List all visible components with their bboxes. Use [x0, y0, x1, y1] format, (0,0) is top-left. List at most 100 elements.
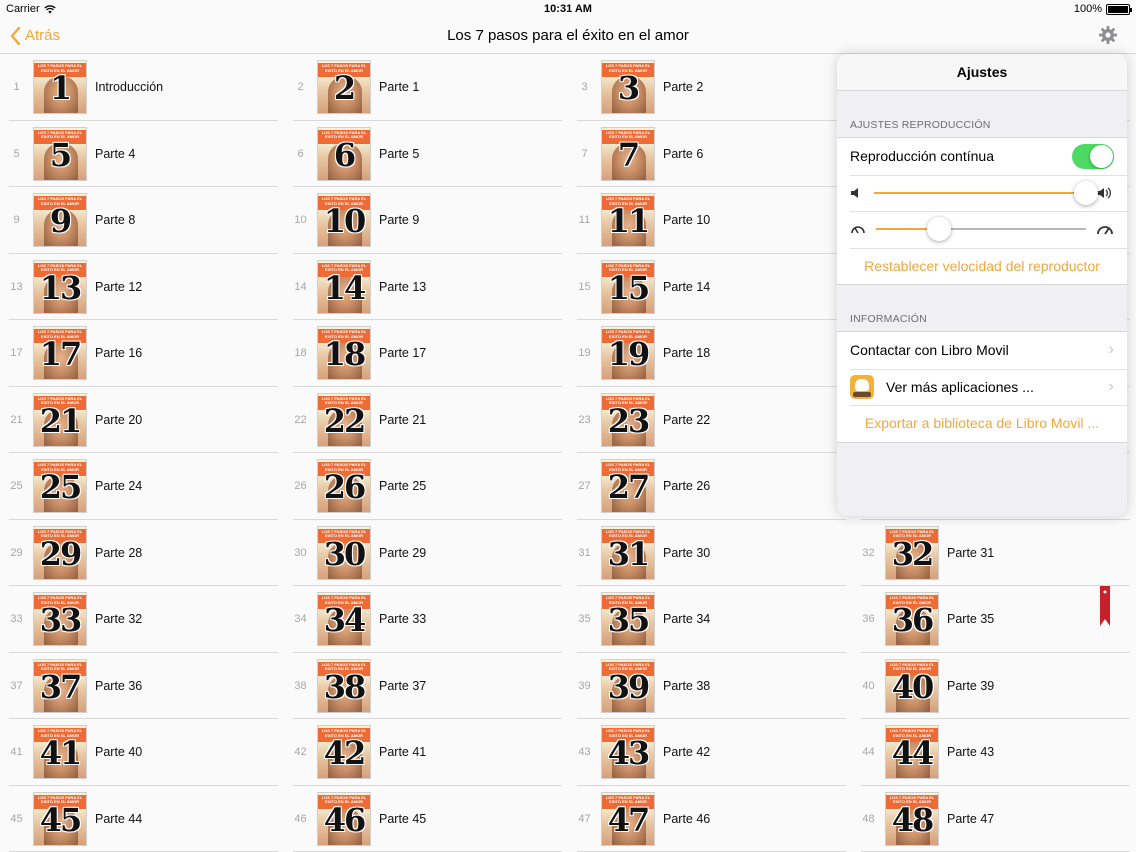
- bookmark-icon[interactable]: [1100, 586, 1110, 626]
- chapter-cell[interactable]: 47 LOS 7 PASOS PARA EL EXITO EN EL AMOR 47…: [568, 786, 852, 852]
- chapter-thumbnail: LOS 7 PASOS PARA EL EXITO EN EL AMOR 46: [317, 791, 371, 846]
- chapter-cell[interactable]: 15 LOS 7 PASOS PARA EL EXITO EN EL AMOR 15…: [568, 254, 852, 321]
- chapter-label: Parte 33: [379, 612, 427, 627]
- chapter-cell[interactable]: 9 LOS 7 PASOS PARA EL EXITO EN EL AMOR 9 Pa…: [0, 187, 284, 254]
- chapter-cell[interactable]: 19 LOS 7 PASOS PARA EL EXITO EN EL AMOR 19…: [568, 320, 852, 387]
- chapter-thumbnail: LOS 7 PASOS PARA EL EXITO EN EL AMOR 34: [317, 592, 371, 647]
- clock: 10:31 AM: [544, 3, 592, 15]
- chapter-cell[interactable]: 26 LOS 7 PASOS PARA EL EXITO EN EL AMOR 26…: [284, 453, 568, 520]
- wifi-icon: [43, 4, 56, 13]
- chapter-cell[interactable]: 44 LOS 7 PASOS PARA EL EXITO EN EL AMOR 44…: [852, 719, 1136, 786]
- chapter-cell[interactable]: 25 LOS 7 PASOS PARA EL EXITO EN EL AMOR 25…: [0, 453, 284, 520]
- chapter-index: 25: [10, 480, 23, 493]
- chapter-label: Parte 9: [379, 213, 420, 228]
- chapter-index: 15: [578, 280, 591, 293]
- chapter-cell[interactable]: 17 LOS 7 PASOS PARA EL EXITO EN EL AMOR 17…: [0, 320, 284, 387]
- chapter-index: 6: [297, 147, 304, 160]
- volume-high-icon: [1097, 187, 1111, 199]
- chapter-index: 26: [294, 480, 307, 493]
- chapter-cell[interactable]: 23 LOS 7 PASOS PARA EL EXITO EN EL AMOR 23…: [568, 387, 852, 454]
- chapter-cell[interactable]: 39 LOS 7 PASOS PARA EL EXITO EN EL AMOR 39…: [568, 653, 852, 720]
- chapter-thumbnail: LOS 7 PASOS PARA EL EXITO EN EL AMOR 25: [33, 459, 87, 514]
- chapter-label: Parte 32: [95, 612, 143, 627]
- chapter-cell[interactable]: 43 LOS 7 PASOS PARA EL EXITO EN EL AMOR 43…: [568, 719, 852, 786]
- chapter-index: 10: [294, 214, 307, 227]
- chapter-cell[interactable]: 46 LOS 7 PASOS PARA EL EXITO EN EL AMOR 46…: [284, 786, 568, 852]
- chapter-cell[interactable]: 11 LOS 7 PASOS PARA EL EXITO EN EL AMOR 11…: [568, 187, 852, 254]
- chapter-index: 9: [13, 214, 20, 227]
- chapter-label: Parte 10: [663, 213, 711, 228]
- carrier-label: Carrier: [6, 3, 40, 15]
- chapter-cell[interactable]: 32 LOS 7 PASOS PARA EL EXITO EN EL AMOR 32…: [852, 520, 1136, 587]
- gear-icon[interactable]: [1098, 25, 1118, 45]
- chapter-cell[interactable]: 2 LOS 7 PASOS PARA EL EXITO EN EL AMOR 2 Pa…: [284, 54, 568, 121]
- contact-row[interactable]: Contactar con Libro Movil ›: [837, 332, 1127, 369]
- speed-slider[interactable]: [876, 217, 1086, 242]
- chapter-cell[interactable]: 33 LOS 7 PASOS PARA EL EXITO EN EL AMOR 33…: [0, 586, 284, 653]
- continuous-playback-toggle[interactable]: [1072, 143, 1114, 169]
- chapter-cell[interactable]: 22 LOS 7 PASOS PARA EL EXITO EN EL AMOR 22…: [284, 387, 568, 454]
- volume-slider[interactable]: [874, 180, 1098, 205]
- chapter-thumbnail: LOS 7 PASOS PARA EL EXITO EN EL AMOR 10: [317, 193, 371, 248]
- chapter-cell[interactable]: 35 LOS 7 PASOS PARA EL EXITO EN EL AMOR 35…: [568, 586, 852, 653]
- chapter-cell[interactable]: 6 LOS 7 PASOS PARA EL EXITO EN EL AMOR 6 Pa…: [284, 121, 568, 188]
- chapter-cell[interactable]: 34 LOS 7 PASOS PARA EL EXITO EN EL AMOR 34…: [284, 586, 568, 653]
- chapter-index: 40: [862, 679, 875, 692]
- chapter-cell[interactable]: 37 LOS 7 PASOS PARA EL EXITO EN EL AMOR 37…: [0, 653, 284, 720]
- chapter-label: Parte 18: [663, 346, 711, 361]
- chapter-cell[interactable]: 18 LOS 7 PASOS PARA EL EXITO EN EL AMOR 18…: [284, 320, 568, 387]
- chapter-label: Parte 8: [95, 213, 136, 228]
- thumb-number: 17: [39, 335, 83, 374]
- volume-knob[interactable]: [1074, 180, 1098, 205]
- more-apps-row[interactable]: Ver más aplicaciones ... ›: [837, 368, 1127, 406]
- chapter-index: 3: [581, 81, 588, 94]
- speed-knob[interactable]: [927, 217, 951, 242]
- status-left: Carrier: [6, 3, 56, 15]
- chapter-index: 19: [578, 347, 591, 360]
- chapter-thumbnail: LOS 7 PASOS PARA EL EXITO EN EL AMOR 48: [885, 791, 939, 846]
- thumb-number: 22: [323, 401, 367, 440]
- thumb-number: 44: [891, 734, 935, 773]
- chapter-thumbnail: LOS 7 PASOS PARA EL EXITO EN EL AMOR 13: [33, 259, 87, 314]
- chapter-cell[interactable]: 40 LOS 7 PASOS PARA EL EXITO EN EL AMOR 40…: [852, 653, 1136, 720]
- chapter-cell[interactable]: 27 LOS 7 PASOS PARA EL EXITO EN EL AMOR 27…: [568, 453, 852, 520]
- chapter-cell[interactable]: 1 LOS 7 PASOS PARA EL EXITO EN EL AMOR 1 In…: [0, 54, 284, 121]
- thumb-number: 40: [891, 667, 935, 706]
- chapter-thumbnail: LOS 7 PASOS PARA EL EXITO EN EL AMOR 19: [601, 326, 655, 381]
- thumb-number: 2: [333, 69, 356, 108]
- chapter-cell[interactable]: 38 LOS 7 PASOS PARA EL EXITO EN EL AMOR 38…: [284, 653, 568, 720]
- continuous-playback-row: Reproducción contínua: [837, 138, 1127, 175]
- chapter-index: 39: [578, 679, 591, 692]
- speed-slow-icon: [851, 226, 865, 234]
- chapter-cell[interactable]: 7 LOS 7 PASOS PARA EL EXITO EN EL AMOR 7 Pa…: [568, 121, 852, 188]
- chapter-cell[interactable]: 29 LOS 7 PASOS PARA EL EXITO EN EL AMOR 29…: [0, 520, 284, 587]
- chapter-cell[interactable]: 14 LOS 7 PASOS PARA EL EXITO EN EL AMOR 14…: [284, 254, 568, 321]
- chapter-cell[interactable]: 48 LOS 7 PASOS PARA EL EXITO EN EL AMOR 48…: [852, 786, 1136, 852]
- chapter-cell[interactable]: 10 LOS 7 PASOS PARA EL EXITO EN EL AMOR 10…: [284, 187, 568, 254]
- chapter-cell[interactable]: 21 LOS 7 PASOS PARA EL EXITO EN EL AMOR 21…: [0, 387, 284, 454]
- reset-speed-button[interactable]: Restablecer velocidad del reproductor: [837, 247, 1127, 285]
- chapter-cell[interactable]: 45 LOS 7 PASOS PARA EL EXITO EN EL AMOR 45…: [0, 786, 284, 852]
- chapter-cell[interactable]: 42 LOS 7 PASOS PARA EL EXITO EN EL AMOR 42…: [284, 719, 568, 786]
- export-button[interactable]: Exportar a biblioteca de Libro Movil ...: [837, 405, 1127, 442]
- chevron-left-icon: [10, 26, 21, 45]
- chapter-label: Parte 25: [379, 479, 427, 494]
- chapter-cell[interactable]: 13 LOS 7 PASOS PARA EL EXITO EN EL AMOR 13…: [0, 254, 284, 321]
- chapter-thumbnail: LOS 7 PASOS PARA EL EXITO EN EL AMOR 6: [317, 126, 371, 181]
- chapter-cell[interactable]: 3 LOS 7 PASOS PARA EL EXITO EN EL AMOR 3 Pa…: [568, 54, 852, 121]
- chapter-cell[interactable]: 41 LOS 7 PASOS PARA EL EXITO EN EL AMOR 41…: [0, 719, 284, 786]
- chapter-cell[interactable]: 31 LOS 7 PASOS PARA EL EXITO EN EL AMOR 31…: [568, 520, 852, 587]
- chapter-label: Parte 28: [95, 545, 143, 560]
- chapter-cell[interactable]: 5 LOS 7 PASOS PARA EL EXITO EN EL AMOR 5 Pa…: [0, 121, 284, 188]
- app-icon: [850, 374, 874, 399]
- chapter-cell[interactable]: 36 LOS 7 PASOS PARA EL EXITO EN EL AMOR 36…: [852, 586, 1136, 653]
- chapter-cell[interactable]: 30 LOS 7 PASOS PARA EL EXITO EN EL AMOR 30…: [284, 520, 568, 587]
- contact-label: Contactar con Libro Movil: [850, 342, 1009, 359]
- chapter-label: Parte 26: [663, 479, 711, 494]
- chapter-thumbnail: LOS 7 PASOS PARA EL EXITO EN EL AMOR 27: [601, 459, 655, 514]
- chapter-label: Parte 40: [95, 745, 143, 760]
- toggle-knob: [1090, 144, 1113, 168]
- chapter-thumbnail: LOS 7 PASOS PARA EL EXITO EN EL AMOR 5: [33, 126, 87, 181]
- chapter-index: 13: [10, 280, 23, 293]
- back-button[interactable]: Atrás: [0, 26, 60, 45]
